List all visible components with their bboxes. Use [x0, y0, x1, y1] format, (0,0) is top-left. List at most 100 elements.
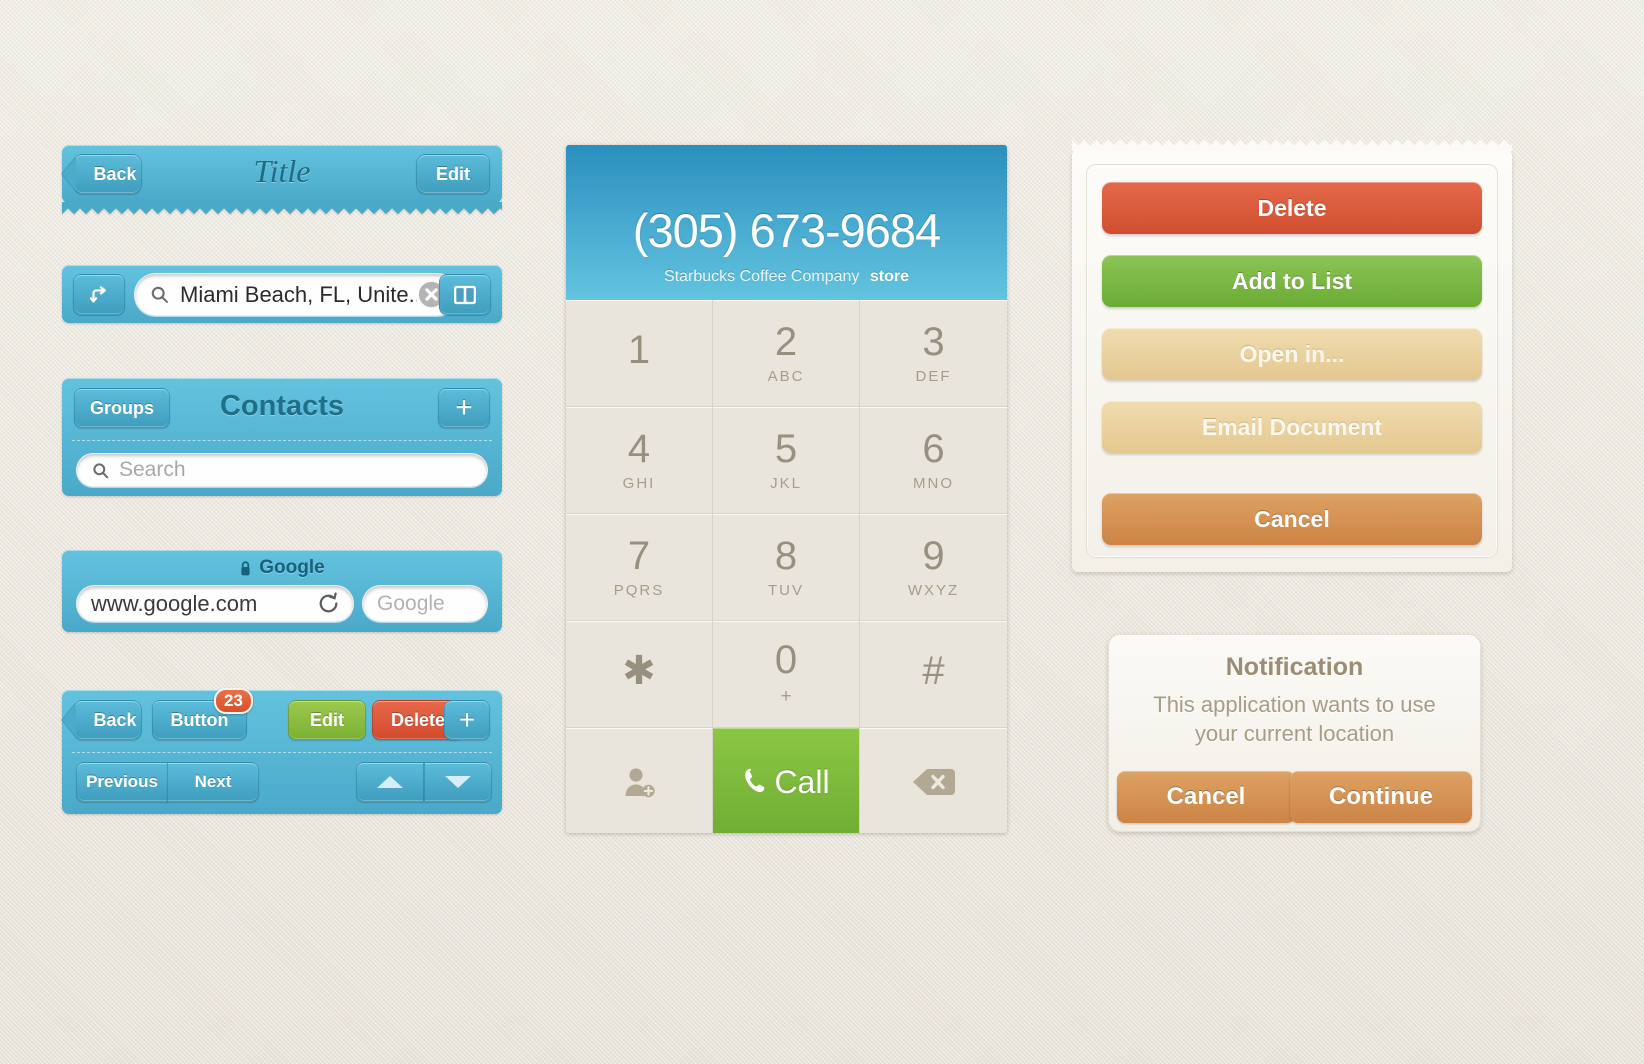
edit-button[interactable]: Edit [416, 154, 490, 194]
badge-count: 23 [214, 688, 253, 714]
backspace-button[interactable] [860, 728, 1007, 833]
dialpad-key-letters: TUV [768, 581, 804, 599]
dialpad-key-digit: 8 [774, 533, 798, 578]
previous-button[interactable]: Previous [76, 762, 168, 802]
dialpad-key-letters: DEF [915, 367, 952, 385]
navbar-title: Back Title Edit [62, 145, 502, 214]
call-content: Call [742, 763, 830, 800]
contacts-search-input[interactable]: Search [76, 453, 488, 487]
dialpad-key-digit: 5 [774, 426, 798, 471]
dialpad-key-letters: + [780, 686, 792, 707]
dialpad-key-3[interactable]: 3 DEF [860, 300, 1007, 407]
add-contact-key[interactable] [566, 728, 713, 833]
dialpad-key-7[interactable]: 7 PQRS [566, 514, 713, 621]
dialpad-key-9[interactable]: 9 WXYZ [860, 514, 1007, 621]
dialpad-key-digit: 9 [922, 533, 945, 578]
dialpad-key-4[interactable]: 4 GHI [566, 407, 713, 514]
dialpad-key-digit: 0 [774, 638, 798, 682]
url-input[interactable]: www.google.com [76, 585, 354, 622]
contacts-search-placeholder: Search [119, 458, 186, 481]
action-sheet-button-label: Email Document [1201, 413, 1383, 440]
action-sheet-button-label: Open in... [1239, 340, 1345, 367]
scroll-down-button[interactable] [424, 762, 492, 802]
dialpad-key-digit: 2 [774, 319, 798, 364]
search-icon [149, 284, 170, 305]
dialpad-key-digit: 6 [922, 426, 945, 471]
toolbar-delete-label: Delete [390, 709, 446, 730]
dialpad-key-digit: 1 [627, 328, 651, 372]
dialpad-key-0[interactable]: 0 + [713, 621, 860, 728]
call-label: Call [774, 763, 830, 800]
contacts-bar: Groups Contacts + Search [62, 378, 502, 496]
bookmarks-button[interactable] [439, 274, 491, 315]
next-button-label: Next [194, 772, 232, 791]
dialpad-key-letters: GHI [622, 474, 656, 492]
search-input-value: Miami Beach, FL, Unite... [180, 281, 417, 307]
edit-button-label: Edit [436, 163, 470, 184]
notification-continue-button[interactable]: Continue [1290, 771, 1472, 823]
plus-icon: + [458, 704, 476, 735]
triangle-down-icon [442, 773, 474, 791]
dialpad-key-digit: 7 [627, 533, 651, 578]
action-sheet-button-label: Cancel [1254, 505, 1330, 532]
notification-title: Notification [1225, 653, 1364, 681]
toolbar-edit-label: Edit [310, 709, 344, 730]
browser-site-title-text: Google [259, 557, 325, 578]
toolbar-back-label: Back [93, 709, 137, 730]
browser-search-placeholder: Google [377, 591, 445, 615]
book-icon [453, 285, 477, 305]
dialpad-key-letters: MNO [913, 474, 954, 492]
notification-cancel-button[interactable]: Cancel [1117, 771, 1295, 823]
triangle-up-icon [374, 773, 406, 791]
notification-message: This application wants to use your curre… [1153, 692, 1436, 746]
caller-type: store [869, 268, 909, 285]
backspace-icon [912, 767, 956, 797]
browser-site-title: Google [62, 557, 502, 579]
action-sheet-button-add-to-list[interactable]: Add to List [1102, 255, 1482, 307]
dialpad-key-8[interactable]: 8 TUV [713, 514, 860, 621]
action-sheet-button-email-document[interactable]: Email Document [1102, 401, 1482, 453]
next-button[interactable]: Next [167, 762, 259, 802]
dialpad-key-2[interactable]: 2 ABC [713, 300, 860, 407]
dialpad-key-letters: JKL [770, 474, 802, 492]
dialpad-key-digit: 3 [922, 319, 945, 364]
notification-dialog: Notification This application wants to u… [1108, 634, 1481, 832]
action-sheet-button-delete[interactable]: Delete [1102, 182, 1482, 234]
toolbar-add-button[interactable]: + [444, 700, 490, 740]
previous-button-label: Previous [86, 772, 158, 791]
search-icon [91, 461, 110, 480]
dialpad-key-#[interactable]: # [860, 621, 1007, 728]
action-sheet-button-label: Delete [1257, 194, 1327, 221]
browser-bar: Google www.google.com Google [62, 550, 502, 632]
action-sheet: Delete Add to List Open in... Email Docu… [1072, 140, 1512, 572]
dialpad-key-5[interactable]: 5 JKL [713, 407, 860, 514]
contacts-title: Contacts [62, 390, 502, 423]
divider [72, 440, 492, 441]
action-sheet-button-label: Add to List [1231, 267, 1353, 294]
toolbar-back-button[interactable]: Back [74, 700, 142, 740]
caller-name: Starbucks Coffee Company [664, 268, 860, 285]
call-button[interactable]: Call [713, 728, 860, 833]
dialpad-key-digit: ✱ [622, 649, 656, 693]
dialer-panel: (305) 673-9684 Starbucks Coffee Company … [566, 145, 1007, 833]
scroll-up-button[interactable] [356, 762, 424, 802]
toolbar-edit-button[interactable]: Edit [288, 700, 366, 740]
action-sheet-button-open-in[interactable]: Open in... [1102, 328, 1482, 380]
contacts-title-text: Contacts [219, 390, 345, 422]
dialpad-key-1[interactable]: 1 [566, 300, 713, 407]
dialpad-key-digit: # [922, 649, 945, 693]
toolbar: Back Button 23 Edit Delete + Previous Ne… [62, 688, 502, 814]
add-contact-button[interactable]: + [438, 388, 490, 428]
reload-icon[interactable] [316, 591, 341, 616]
search-input[interactable]: Miami Beach, FL, Unite... [134, 273, 459, 316]
dialpad-key-✱[interactable]: ✱ [566, 621, 713, 728]
url-input-value: www.google.com [91, 590, 258, 616]
dialer-header: (305) 673-9684 Starbucks Coffee Company … [566, 145, 1007, 300]
notification-cancel-label: Cancel [1166, 783, 1246, 810]
lock-icon [239, 560, 252, 577]
directions-button[interactable] [73, 274, 125, 315]
browser-search-input[interactable]: Google [362, 585, 488, 622]
action-sheet-button-cancel[interactable]: Cancel [1102, 493, 1482, 545]
dialpad-key-digit: 4 [627, 426, 651, 471]
dialpad-key-6[interactable]: 6 MNO [860, 407, 1007, 514]
